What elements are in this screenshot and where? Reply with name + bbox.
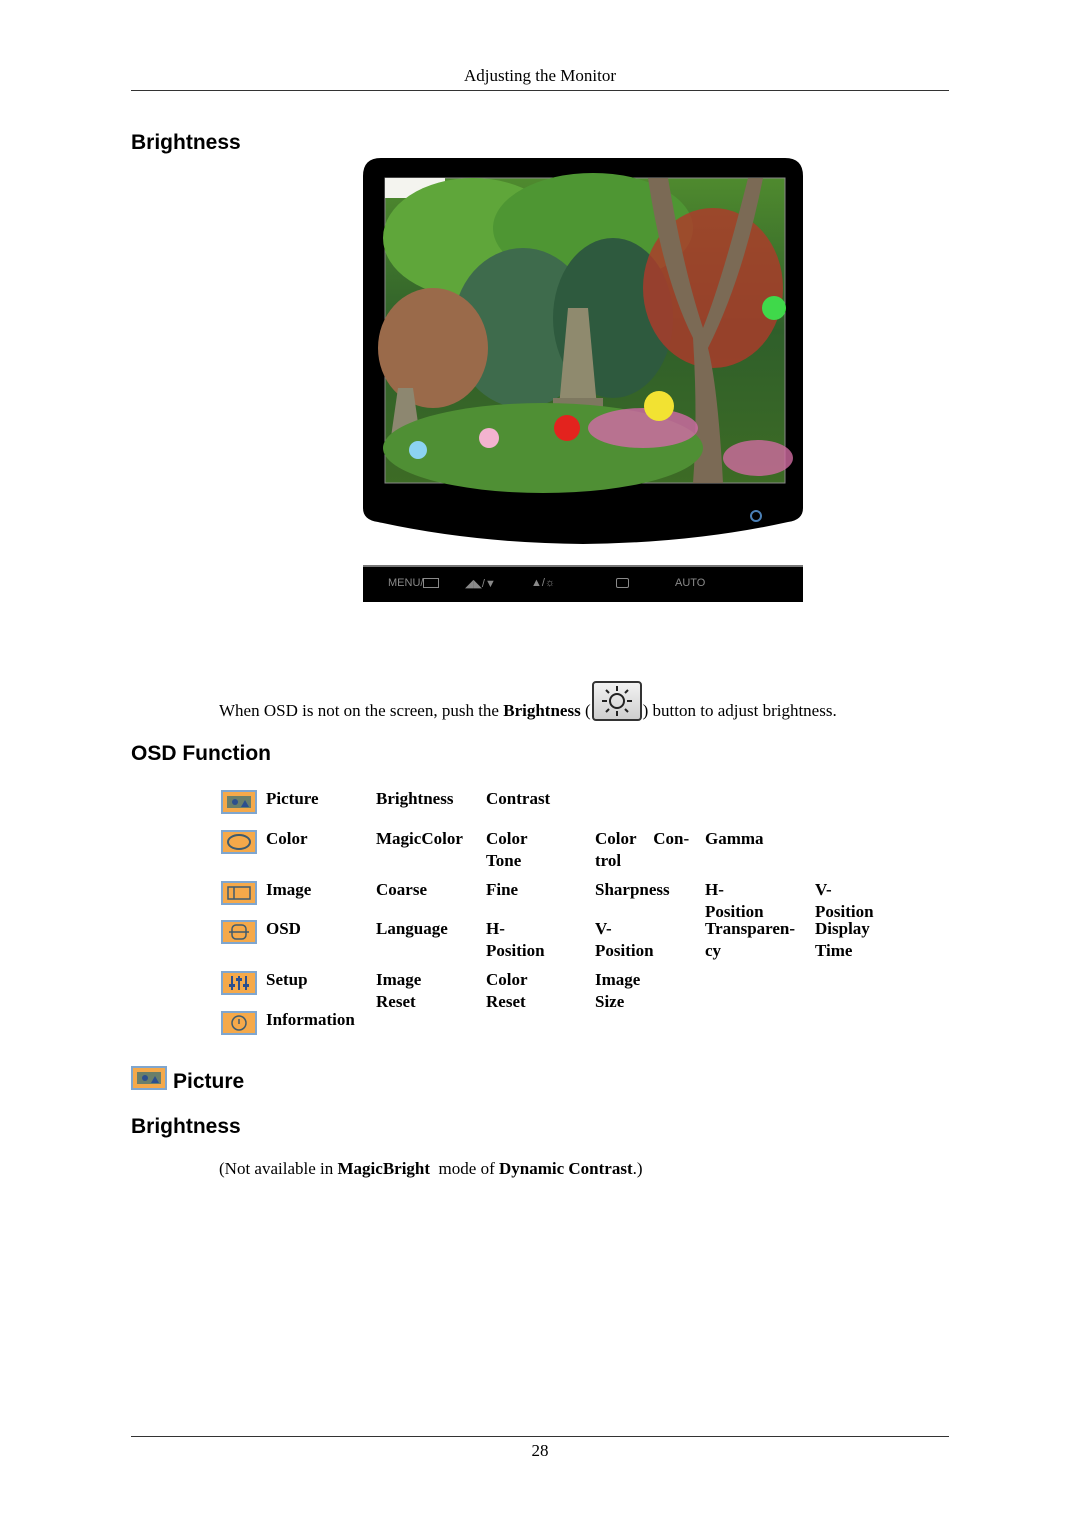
information-icon	[221, 1011, 257, 1035]
section-heading-picture: Picture	[173, 1070, 245, 1093]
enter-button	[616, 577, 629, 589]
picture-section-icon	[131, 1066, 167, 1090]
menu-button: MENU/	[388, 577, 440, 589]
running-header: Adjusting the Monitor	[463, 66, 617, 85]
header-rule	[131, 90, 949, 91]
color-icon	[221, 830, 257, 854]
down-arrow-icon: ▼	[484, 578, 496, 590]
menu-grid-icon	[423, 578, 440, 589]
page-number: 28	[531, 1441, 549, 1460]
brightness-button-icon	[591, 681, 642, 721]
magicbright-icon: ◢◣	[465, 578, 482, 590]
up-brightness-button: ▲/☼	[531, 577, 556, 589]
monitor-control-panel: MENU/ ◢◣/▼ ▲/☼ AUTO	[363, 565, 803, 602]
image-icon	[221, 881, 257, 905]
brightness-note: (Not available in MagicBright mode of Dy…	[219, 1159, 643, 1178]
setup-icon	[221, 971, 257, 995]
up-arrow-icon: ▲	[531, 577, 542, 589]
auto-button: AUTO	[675, 577, 706, 589]
section-heading-osd-function: OSD Function	[131, 742, 271, 765]
monitor-illustration	[363, 158, 803, 544]
section-heading-brightness: Brightness	[131, 131, 241, 154]
footer-rule	[131, 1436, 949, 1437]
instruction-paragraph: When OSD is not on the screen, push the …	[219, 677, 837, 721]
brightness-sun-icon: ☼	[544, 577, 556, 589]
subsection-heading-brightness: Brightness	[131, 1115, 241, 1138]
picture-icon	[221, 790, 257, 814]
enter-icon	[616, 578, 629, 589]
magicbright-down-button: ◢◣/▼	[465, 578, 496, 590]
osd-icon	[221, 920, 257, 944]
